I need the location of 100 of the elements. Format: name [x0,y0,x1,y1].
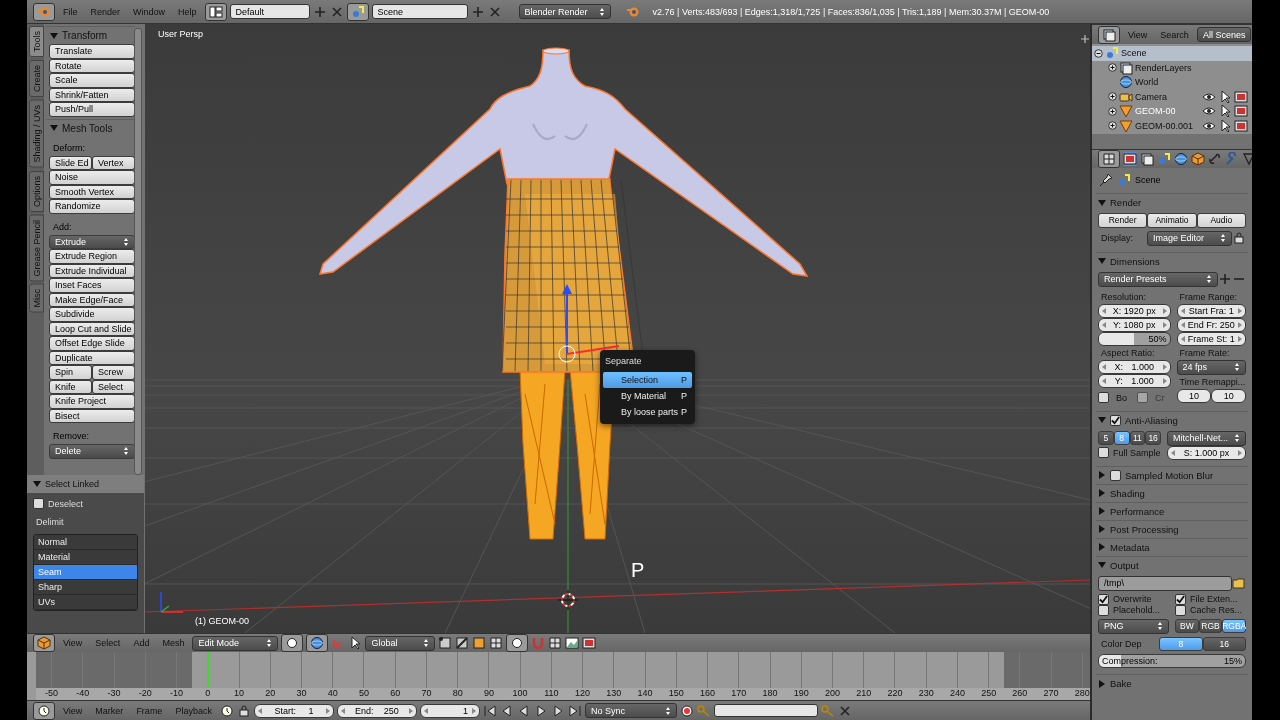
filter-dropdown[interactable]: Mitchell-Net... [1167,430,1246,446]
menu-item[interactable]: By loose parts P [603,404,692,420]
menu-item[interactable]: File [58,3,83,20]
tool-button[interactable]: Subdivide [49,307,135,322]
tool-button[interactable]: Randomize [49,199,135,214]
scene-icon[interactable] [1157,152,1171,166]
add-icon[interactable] [312,4,327,19]
presets-dropdown[interactable]: Render Presets [1098,271,1218,287]
menu-item[interactable]: Playback [170,702,217,719]
tool-button[interactable]: Scale [49,73,135,88]
list-item[interactable]: Normal [34,535,137,550]
panel-header[interactable]: Mesh Tools [46,118,135,137]
dropdown[interactable]: Extrude [49,234,135,249]
depth-toggle[interactable]: 16 [1202,636,1246,651]
checkbox[interactable] [1110,414,1121,426]
render-action-button[interactable]: Animatio [1147,213,1197,228]
clock-icon[interactable] [219,703,234,718]
close-icon[interactable] [487,4,502,19]
add-icon[interactable] [470,4,485,19]
image-icon[interactable] [565,636,580,650]
menu-item[interactable]: Frame [131,702,168,719]
lock-icon[interactable] [236,703,251,718]
edge-select-icon[interactable] [455,636,470,650]
pointer-icon[interactable] [1218,104,1232,119]
menu-item[interactable]: Window [128,3,171,20]
globe-icon[interactable] [1174,152,1188,166]
render-action-button[interactable]: Audio [1196,213,1246,228]
vertex-select-icon[interactable] [438,636,453,650]
panel-header[interactable]: Output [1096,555,1248,574]
list-item[interactable]: Sharp [34,580,137,595]
disclosure-triangle-icon[interactable] [50,124,58,132]
outliner-item-label[interactable]: Scene [1121,48,1147,59]
tool-button[interactable]: Push/Pull [49,102,135,117]
disclosure-triangle-icon[interactable] [1098,543,1106,551]
decrement-arrow-icon[interactable] [257,707,262,714]
jump-start-icon[interactable] [482,703,497,718]
outliner-row[interactable]: GEOM-00.001 [1092,118,1252,133]
properties-icon[interactable] [1098,150,1120,168]
pointer-icon[interactable] [1218,118,1232,133]
number-field[interactable]: 10 [1211,388,1246,403]
tool-button[interactable]: Screw [92,365,135,380]
panel-header[interactable]: Shading [1096,483,1248,502]
current-frame-field[interactable]: 1 [419,703,480,718]
cube-icon[interactable] [1191,152,1205,166]
checkbox[interactable] [1098,447,1109,458]
decrement-arrow-icon[interactable] [1171,449,1175,456]
increment-arrow-icon[interactable] [471,707,476,714]
color-mode-toggle[interactable]: RGB [1198,618,1223,634]
panel-header[interactable]: Performance [1096,501,1248,520]
tool-button[interactable]: Offset Edge Slide [49,336,135,351]
display-dropdown[interactable]: Image Editor [1147,230,1232,246]
number-field[interactable]: X: 1920 px [1098,303,1171,318]
increment-arrow-icon[interactable] [1238,449,1242,456]
expand-icon[interactable] [1108,63,1117,73]
record-icon[interactable] [679,703,694,718]
tool-button[interactable]: Vertex [92,155,135,170]
path-field[interactable]: /tmp\ [1098,575,1232,591]
collapse-icon[interactable] [1094,48,1103,58]
close-icon[interactable] [837,703,852,718]
expand-icon[interactable] [1108,92,1117,102]
layers-icon[interactable] [1140,152,1154,166]
folder-icon[interactable] [1232,576,1246,590]
checkbox[interactable] [1175,593,1186,605]
mode-dropdown[interactable]: Edit Mode [192,635,279,651]
menu-item[interactable]: Render [85,3,126,20]
sample-toggle[interactable]: 16 [1145,430,1161,446]
menu-item[interactable]: Help [173,3,202,20]
disclosure-triangle-icon[interactable] [1098,257,1106,265]
panel-header[interactable]: Sampled Motion Blur [1096,465,1248,484]
scene-field[interactable]: Scene [371,4,468,19]
screen-layout-icon[interactable] [204,2,227,21]
panel-header[interactable]: Render [1096,193,1248,211]
sample-toggle[interactable]: 5 [1098,430,1114,446]
pointer-icon[interactable] [1218,89,1232,104]
outliner-row[interactable]: World [1092,75,1252,90]
compression-slider[interactable]: Compression: 15% [1098,654,1246,668]
menu-item[interactable]: Select [90,635,126,651]
outliner-item-label[interactable]: GEOM-00.001 [1135,120,1194,131]
tool-button[interactable]: Spin [49,365,92,380]
tool-button[interactable]: Knife Project [49,394,135,409]
disclosure-triangle-icon[interactable] [1098,679,1106,688]
menu-item[interactable]: Marker [90,702,129,719]
disclosure-triangle-icon[interactable] [1098,489,1106,497]
checkbox[interactable] [1098,392,1109,403]
sample-toggle[interactable]: 11 [1129,430,1146,446]
face-select-icon[interactable] [472,636,487,650]
outliner-item-label[interactable]: RenderLayers [1135,62,1192,73]
list-item[interactable]: Seam [34,565,137,580]
outliner-item-label[interactable]: Camera [1135,91,1167,102]
disclosure-triangle-icon[interactable] [1098,471,1106,479]
sidebar-tab[interactable]: Shading / UVs [29,100,44,168]
triangle-icon[interactable] [1242,152,1252,166]
outliner-icon[interactable] [1098,25,1120,44]
dropdown[interactable]: Delete [49,444,135,459]
pin-icon[interactable] [1099,173,1113,187]
render-action-button[interactable]: Render [1098,213,1148,228]
disclosure-triangle-icon[interactable] [50,31,58,40]
add-icon[interactable] [1080,34,1090,44]
end-frame-field[interactable]: End: 250 [336,703,417,718]
menu-item[interactable]: Selection P [603,372,692,388]
